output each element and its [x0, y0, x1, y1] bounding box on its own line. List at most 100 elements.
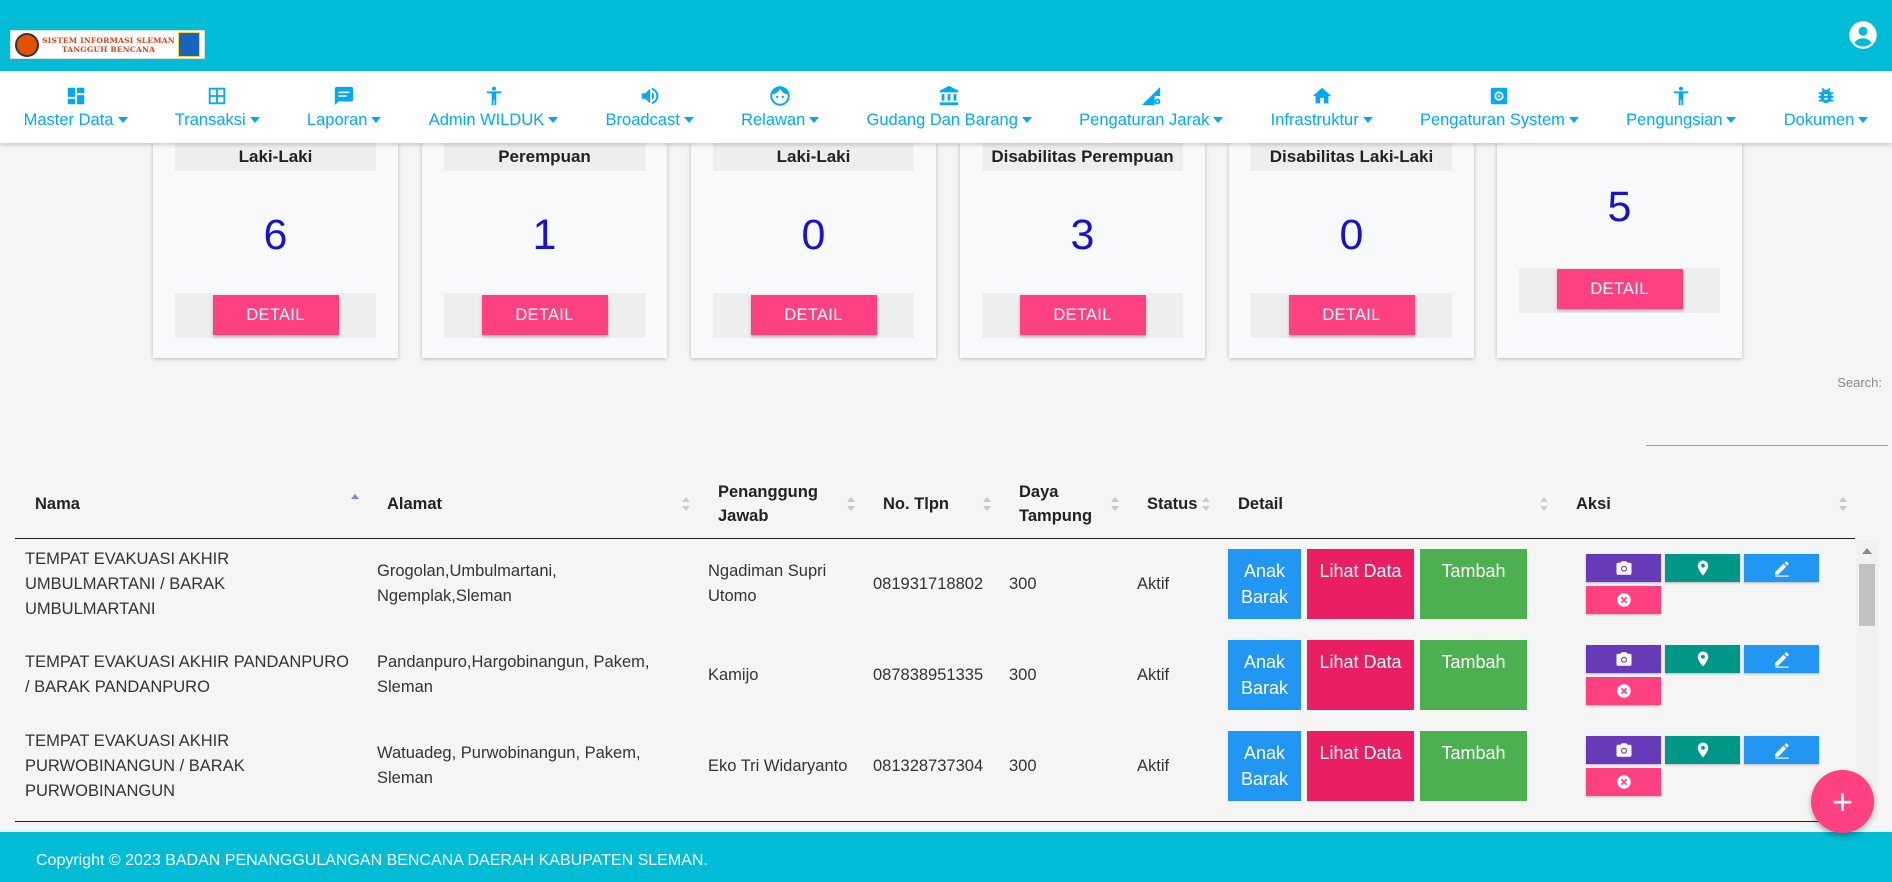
card-value: 0 — [1339, 211, 1364, 259]
photo-button[interactable] — [1586, 736, 1661, 764]
search-input[interactable] — [1646, 420, 1888, 446]
nav-pengaturan-jarak[interactable]: Pengaturan Jarak — [1056, 71, 1248, 143]
nav-broadcast[interactable]: Broadcast — [582, 71, 718, 143]
anak-barak-button[interactable]: Anak Barak — [1228, 640, 1301, 710]
cell-status: Aktif — [1137, 574, 1170, 593]
pencil-icon — [1774, 743, 1789, 759]
nav-dokumen[interactable]: Dokumen — [1760, 71, 1892, 143]
detail-button[interactable]: DETAIL — [1288, 295, 1415, 335]
sort-icon — [682, 496, 690, 511]
app-logo[interactable]: SISTEM INFORMASI SLEMAN TANGGUH BENCANA — [10, 30, 205, 59]
location-button[interactable] — [1665, 554, 1740, 582]
nav-label: Pengungsian — [1626, 110, 1723, 129]
column-header-no-tlpn[interactable]: No. Tlpn — [863, 470, 999, 539]
lihat-data-button[interactable]: Lihat Data — [1307, 731, 1414, 801]
cell-aksi — [1556, 630, 1855, 721]
nav-admin-wilduk[interactable]: Admin WILDUK — [405, 71, 582, 143]
delete-button[interactable] — [1586, 677, 1661, 705]
column-header-detail[interactable]: Detail — [1218, 470, 1556, 539]
bug-icon — [1818, 87, 1834, 103]
tambah-button[interactable]: Tambah — [1420, 549, 1527, 619]
column-header-alamat[interactable]: Alamat — [367, 470, 698, 539]
summary-card: Laki-Laki 6 DETAIL — [153, 143, 398, 358]
column-header-aksi[interactable]: Aksi — [1556, 470, 1855, 539]
nav-gudang-dan-barang[interactable]: Gudang Dan Barang — [843, 71, 1056, 143]
account-circle-icon[interactable] — [1848, 20, 1878, 50]
cell-no-tlpn: 087838951335 — [873, 665, 984, 684]
add-fab-button[interactable]: + — [1811, 770, 1874, 833]
nav-laporan[interactable]: Laporan — [283, 71, 405, 143]
caret-down-icon — [249, 117, 260, 124]
sort-icon — [983, 496, 991, 511]
detail-button[interactable]: DETAIL — [212, 295, 339, 335]
location-button[interactable] — [1665, 645, 1740, 673]
caret-down-icon — [1726, 117, 1737, 124]
table-row: TEMPAT EVAKUASI AKHIR PURWOBINANGUN / BA… — [15, 721, 1855, 812]
caret-down-icon — [1568, 117, 1579, 124]
nav-master-data[interactable]: Master Data — [0, 71, 151, 143]
card-value: 5 — [1607, 183, 1632, 231]
anak-barak-button[interactable]: Anak Barak — [1228, 731, 1301, 801]
card-title: Disabilitas Laki-Laki — [1251, 143, 1452, 171]
sort-icon — [1202, 496, 1210, 511]
card-title: Laki-Laki — [175, 143, 376, 171]
cell-daya-tampung: 300 — [1009, 665, 1037, 684]
lihat-data-button[interactable]: Lihat Data — [1307, 640, 1414, 710]
edit-button[interactable] — [1744, 736, 1819, 764]
camera-icon — [1616, 743, 1631, 757]
column-header-nama[interactable]: Nama — [15, 470, 367, 539]
nav-transaksi[interactable]: Transaksi — [151, 71, 283, 143]
summary-card: Disabilitas Laki-Laki 0 DETAIL — [1229, 143, 1474, 358]
nav-label: Dokumen — [1783, 110, 1855, 129]
detail-button[interactable]: DETAIL — [1019, 295, 1146, 335]
column-header-daya-tampung[interactable]: Daya Tampung — [999, 470, 1127, 539]
location-button[interactable] — [1665, 736, 1740, 764]
delete-button[interactable] — [1586, 768, 1661, 796]
scrollbar-thumb[interactable] — [1859, 564, 1875, 626]
scroll-up-icon[interactable] — [1862, 548, 1872, 554]
caret-down-icon — [1213, 117, 1224, 124]
caret-down-icon — [1021, 117, 1032, 124]
anak-barak-button[interactable]: Anak Barak — [1228, 549, 1301, 619]
card-value: 0 — [801, 211, 826, 259]
nav-infrastruktur[interactable]: Infrastruktur — [1247, 71, 1396, 143]
dashboard-icon — [67, 87, 84, 104]
cell-daya-tampung: 300 — [1009, 574, 1037, 593]
nav-pengaturan-system[interactable]: Pengaturan System — [1396, 71, 1602, 143]
table-row: TEMPAT EVAKUASI AKHIR PANDANPURO / BARAK… — [15, 630, 1855, 721]
table-body: TEMPAT EVAKUASI AKHIR UMBULMARTANI / BAR… — [15, 539, 1855, 822]
nav-pengungsian[interactable]: Pengungsian — [1603, 71, 1761, 143]
lihat-data-button[interactable]: Lihat Data — [1307, 549, 1414, 619]
edit-button[interactable] — [1744, 554, 1819, 582]
pencil-icon — [1774, 561, 1789, 577]
tambah-button[interactable]: Tambah — [1420, 731, 1527, 801]
caret-down-icon — [809, 117, 820, 124]
cell-no-tlpn: 081931718802 — [873, 574, 984, 593]
caret-down-icon — [1362, 117, 1373, 124]
detail-button[interactable]: DETAIL — [481, 295, 608, 335]
cell-detail: Anak Barak Lihat Data Tambah — [1218, 630, 1556, 721]
sleman-emblem-icon — [178, 32, 200, 57]
delete-button[interactable] — [1586, 586, 1661, 614]
sort-icon — [1111, 496, 1119, 511]
photo-button[interactable] — [1586, 645, 1661, 673]
caret-down-icon — [1858, 117, 1869, 124]
caret-down-icon — [548, 117, 559, 124]
nav-relawan[interactable]: Relawan — [717, 71, 842, 143]
table-row: TEMPAT EVAKUASI AKHIR UMBULMARTANI / BAR… — [15, 539, 1855, 630]
detail-button[interactable]: DETAIL — [1556, 269, 1683, 309]
person-icon — [1673, 86, 1689, 105]
cell-alamat: Pandanpuro,Hargobinangun, Pakem, Sleman — [377, 653, 650, 696]
detail-button[interactable]: DETAIL — [750, 295, 877, 335]
card-title: Perempuan — [444, 143, 645, 171]
sort-icon — [1540, 496, 1548, 511]
tambah-button[interactable]: Tambah — [1420, 640, 1527, 710]
column-header-penanggung-jawab[interactable]: Penanggung Jawab — [698, 470, 863, 539]
top-header: SISTEM INFORMASI SLEMAN TANGGUH BENCANA — [0, 0, 1892, 71]
cell-no-tlpn: 081328737304 — [873, 756, 984, 775]
photo-button[interactable] — [1586, 554, 1661, 582]
nav-label: Gudang Dan Barang — [866, 110, 1018, 129]
cell-penanggung-jawab: Kamijo — [708, 665, 759, 684]
column-header-status[interactable]: Status — [1127, 470, 1218, 539]
edit-button[interactable] — [1744, 645, 1819, 673]
